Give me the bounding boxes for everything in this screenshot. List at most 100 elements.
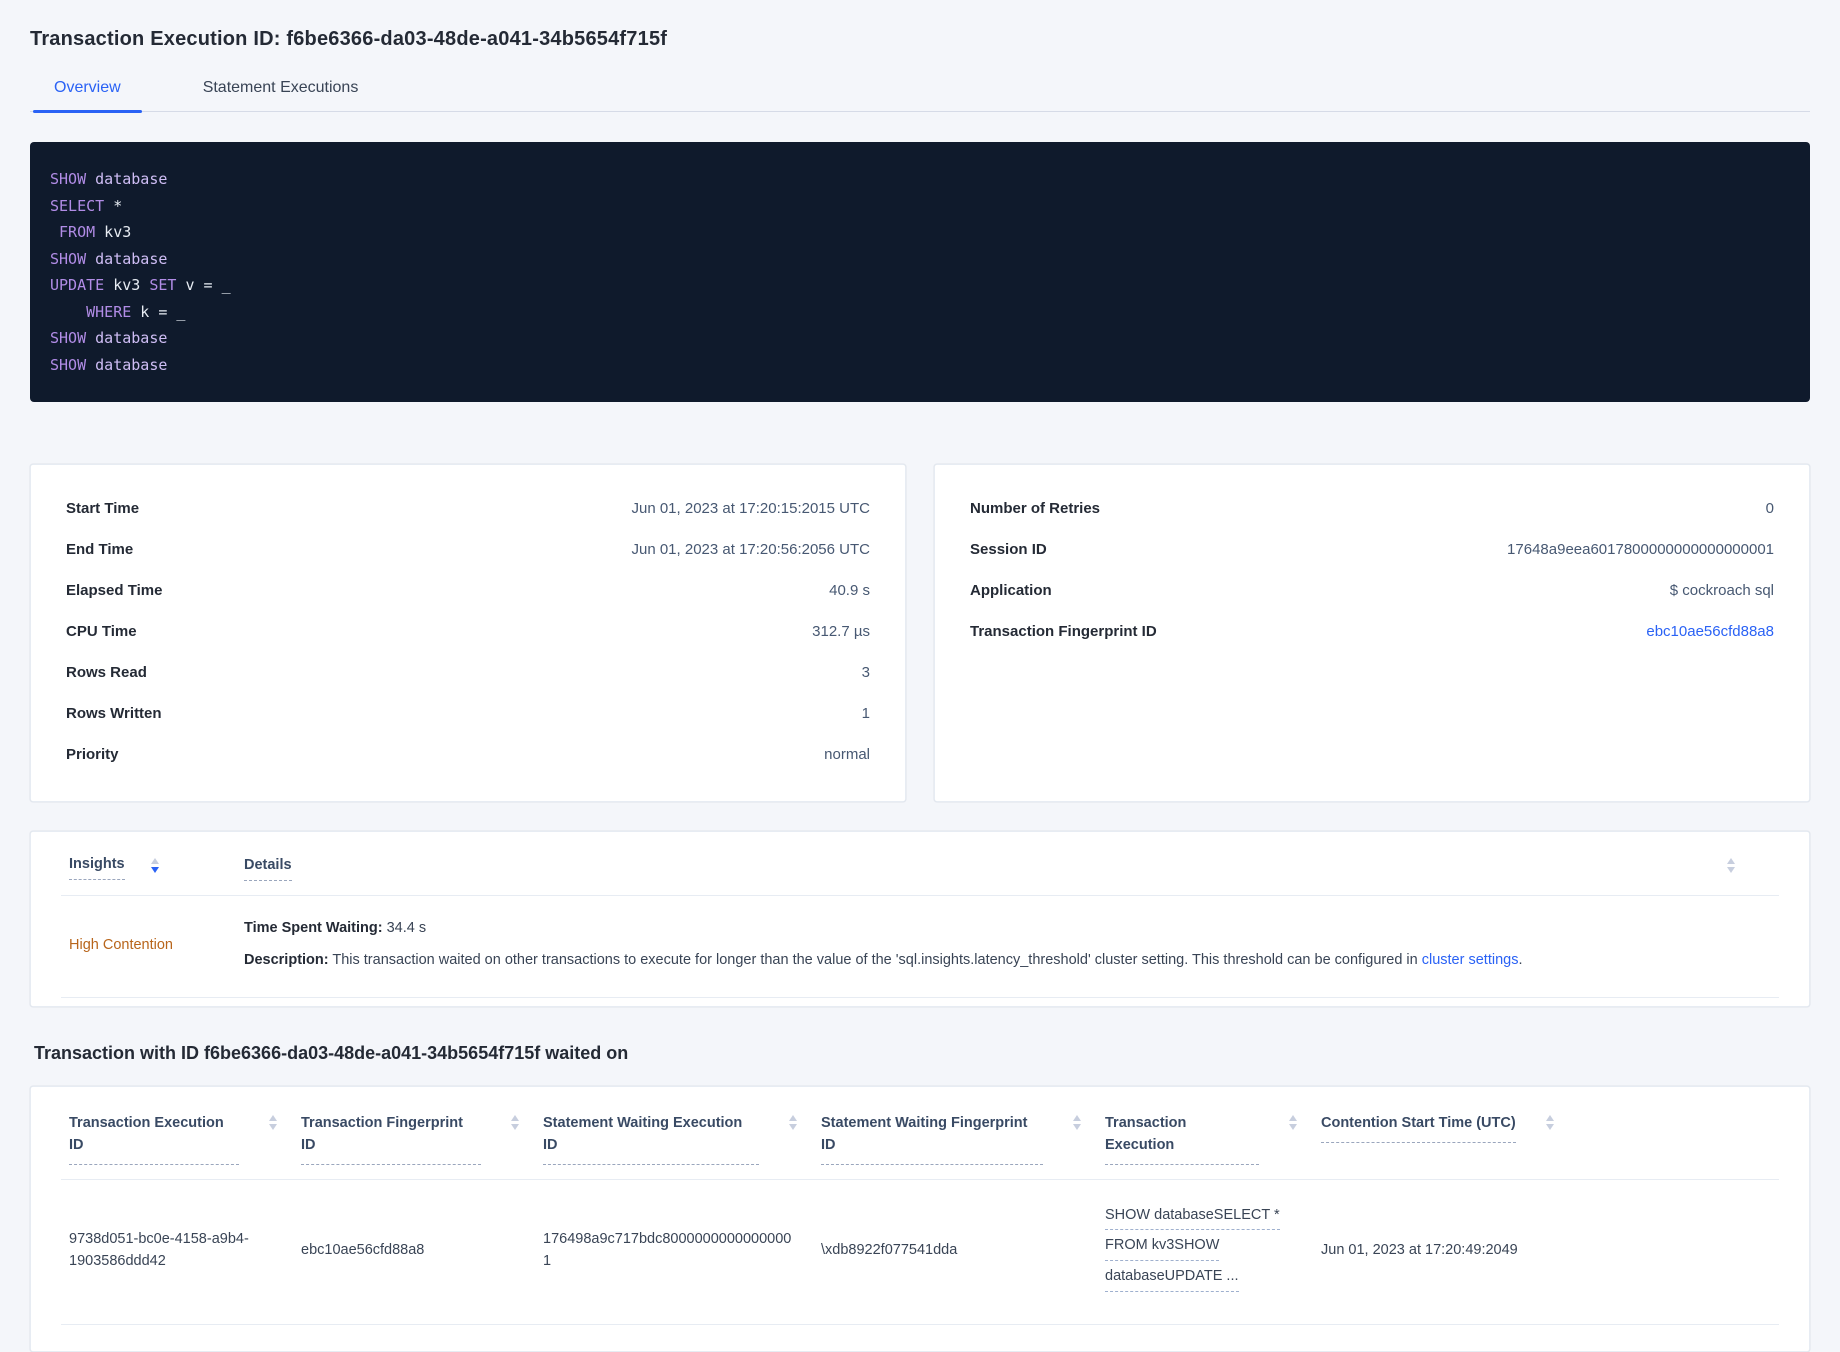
page-title: Transaction Execution ID: f6be6366-da03-… (30, 28, 668, 50)
insight-type: High Contention (69, 936, 173, 953)
sort-descending-icon (1073, 1124, 1081, 1131)
column-header-statement-waiting-execution-id[interactable]: Statement Waiting Execution ID (543, 1113, 821, 1165)
tab-statement-executions[interactable]: Statement Executions (182, 79, 380, 111)
kv-label: Elapsed Time (66, 582, 163, 599)
column-header-statement-waiting-fingerprint-id[interactable]: Statement Waiting Fingerprint ID (821, 1113, 1105, 1165)
timing-summary-card: Start Time Jun 01, 2023 at 17:20:15:2015… (30, 464, 906, 802)
insight-description: Description: This transaction waited on … (244, 952, 1523, 969)
insight-details: Time Spent Waiting: 34.4 s Description: … (244, 918, 1771, 971)
column-header-transaction-execution-id[interactable]: Transaction Execution ID (69, 1113, 301, 1165)
column-header-details[interactable]: Details (244, 856, 292, 881)
sql-line: SHOW database (50, 329, 168, 347)
kv-label: Number of Retries (970, 500, 1101, 517)
sort-descending-icon (1289, 1124, 1297, 1131)
sql-line: UPDATE kv3 SET v = _ (50, 276, 231, 294)
sort-icon[interactable] (789, 1113, 797, 1131)
sort-descending-icon (511, 1124, 519, 1131)
tab-overview-label: Overview (54, 79, 121, 96)
kv-value: $ cockroach sql (1669, 582, 1774, 599)
sort-ascending-icon (1073, 1115, 1081, 1122)
transaction-execution-statement[interactable]: databaseUPDATE ... (1105, 1266, 1239, 1292)
sort-ascending-icon (150, 858, 159, 864)
sort-icon[interactable] (1545, 1113, 1554, 1131)
table-row: 9738d051-bc0e-4158-a9b4-1903586ddd42 ebc… (61, 1180, 1779, 1325)
sort-icon[interactable] (1073, 1113, 1081, 1131)
kv-row-priority: Priority normal (61, 734, 875, 775)
kv-row-elapsed-time: Elapsed Time 40.9 s (61, 570, 875, 611)
sort-ascending-icon (511, 1115, 519, 1122)
sql-line: SHOW database (50, 355, 168, 374)
kv-value: normal (824, 746, 870, 763)
sort-descending-icon (150, 867, 159, 873)
kv-row-number-of-retries: Number of Retries 0 (965, 488, 1779, 529)
sort-ascending-icon (269, 1115, 277, 1122)
kv-row-start-time: Start Time Jun 01, 2023 at 17:20:15:2015… (61, 488, 875, 529)
sort-descending-icon (789, 1124, 797, 1131)
insights-table-header: Insights Details (61, 856, 1779, 896)
tab-overview[interactable]: Overview (33, 79, 142, 113)
waited-on-table-card: Transaction Execution ID Transaction Fin… (30, 1086, 1810, 1352)
insight-row: High Contention Time Spent Waiting: 34.4… (61, 896, 1779, 999)
cell-transaction-fingerprint-id: ebc10ae56cfd88a8 (301, 1241, 425, 1258)
kv-row-cpu-time: CPU Time 312.7 µs (61, 611, 875, 652)
kv-value: 312.7 µs (812, 623, 870, 640)
kv-label: Session ID (970, 541, 1047, 558)
kv-label: Transaction Fingerprint ID (970, 623, 1157, 640)
sort-descending-icon (269, 1124, 277, 1131)
sql-line: SELECT * (50, 196, 123, 215)
kv-value: Jun 01, 2023 at 17:20:15:2015 UTC (631, 500, 870, 517)
transaction-execution-statement[interactable]: FROM kv3SHOW (1105, 1235, 1220, 1262)
kv-row-application: Application $ cockroach sql (965, 570, 1779, 611)
kv-label: Start Time (66, 500, 140, 517)
kv-row-session-id: Session ID 17648a9eea6017800000000000000… (965, 529, 1779, 570)
kv-row-end-time: End Time Jun 01, 2023 at 17:20:56:2056 U… (61, 529, 875, 570)
cell-transaction-execution-id: 9738d051-bc0e-4158-a9b4-1903586ddd42 (69, 1230, 249, 1269)
sort-icon[interactable] (511, 1113, 519, 1131)
sort-ascending-icon (789, 1115, 797, 1122)
kv-value: 0 (1765, 500, 1774, 517)
kv-value: 3 (861, 664, 870, 681)
kv-row-rows-read: Rows Read 3 (61, 652, 875, 693)
summary-cards-row: Start Time Jun 01, 2023 at 17:20:15:2015… (30, 464, 1810, 802)
column-header-contention-start-time[interactable]: Contention Start Time (UTC) (1321, 1113, 1771, 1143)
cell-statement-waiting-execution-id: 176498a9c717bdc80000000000000001 (543, 1230, 792, 1269)
sort-descending-icon (1545, 1124, 1554, 1131)
column-header-details-label[interactable]: Details (244, 857, 292, 881)
sql-statements-box: SHOW database SELECT * FROM kv3 SHOW datab… (30, 142, 1810, 402)
cell-contention-start-time: Jun 01, 2023 at 17:20:49:2049 (1321, 1241, 1518, 1258)
column-header-insights[interactable]: Insights (69, 856, 244, 880)
time-spent-waiting: Time Spent Waiting: 34.4 s (244, 920, 427, 936)
cluster-settings-link[interactable]: cluster settings (1422, 952, 1519, 968)
kv-row-transaction-fingerprint-id: Transaction Fingerprint ID ebc10ae56cfd8… (965, 611, 1779, 652)
sort-icon[interactable] (269, 1113, 277, 1131)
kv-value: 40.9 s (829, 582, 870, 599)
sql-line: FROM kv3 (59, 223, 132, 241)
sql-line: SHOW database (50, 249, 168, 268)
kv-value: 1 (861, 705, 870, 722)
kv-label: CPU Time (66, 623, 137, 640)
time-spent-waiting-label: Time Spent Waiting: (244, 920, 383, 936)
kv-label: Rows Read (66, 664, 147, 681)
waited-on-heading: Transaction with ID f6be6366-da03-48de-a… (34, 1043, 629, 1064)
kv-value: 17648a9eea6017800000000000000001 (1507, 541, 1774, 558)
sort-icon[interactable] (1289, 1113, 1297, 1131)
description-label: Description: (244, 952, 329, 969)
sort-ascending-icon (1545, 1115, 1554, 1122)
column-header-transaction-execution[interactable]: Transaction Execution (1105, 1113, 1321, 1165)
sql-line: SHOW database (50, 170, 168, 188)
kv-label: Priority (66, 746, 119, 763)
session-summary-card: Number of Retries 0 Session ID 17648a9ee… (934, 464, 1810, 802)
sort-icon[interactable] (150, 856, 159, 873)
sql-line: WHERE k = _ (86, 302, 186, 321)
tab-statement-executions-label: Statement Executions (202, 79, 359, 96)
transaction-fingerprint-id-link[interactable]: ebc10ae56cfd88a8 (1646, 623, 1774, 640)
transaction-execution-statement[interactable]: SHOW databaseSELECT * (1105, 1205, 1280, 1231)
transaction-details-page: Transaction Execution ID: f6be6366-da03-… (0, 0, 1840, 1352)
tab-bar: Overview Statement Executions (30, 79, 1810, 113)
cell-statement-waiting-fingerprint-id: \xdb8922f077541dda (821, 1241, 958, 1258)
column-header-insights-label[interactable]: Insights (69, 856, 125, 880)
column-header-transaction-fingerprint-id[interactable]: Transaction Fingerprint ID (301, 1113, 543, 1165)
kv-label: Rows Written (66, 705, 162, 722)
sort-icon[interactable] (1727, 856, 1735, 873)
sort-ascending-icon (1727, 858, 1735, 864)
